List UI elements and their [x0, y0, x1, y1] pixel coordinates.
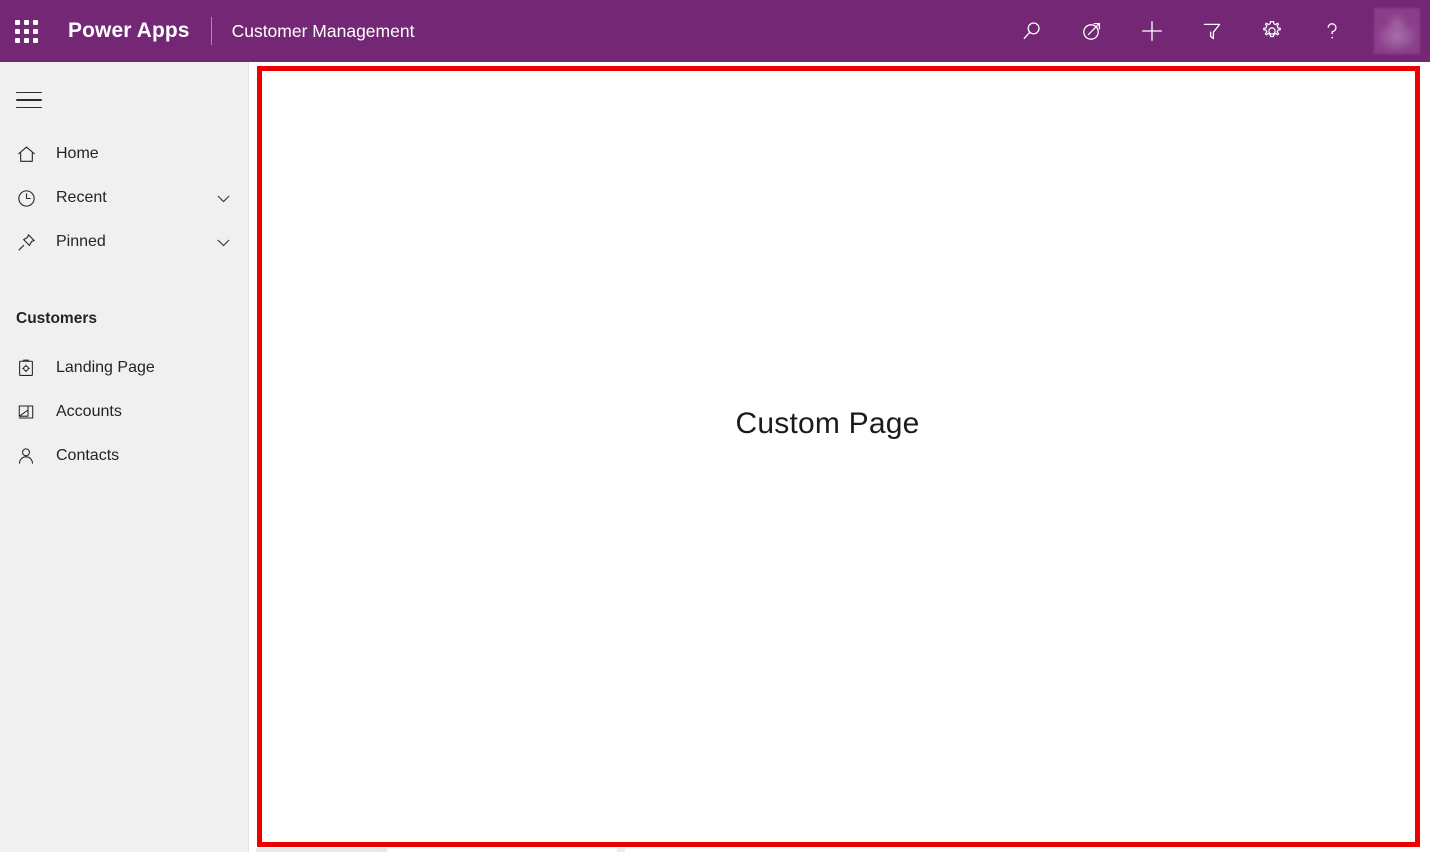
chevron-down-icon[interactable] [212, 189, 234, 208]
sidebar-item-recent[interactable]: Recent [0, 176, 248, 220]
power-apps-window: Power Apps Customer Management [0, 0, 1430, 852]
clock-icon [16, 188, 42, 209]
waffle-icon [15, 20, 38, 43]
search-icon [1020, 19, 1044, 43]
sidebar-item-label: Landing Page [42, 359, 234, 377]
sidebar-item-label: Recent [42, 189, 212, 207]
avatar[interactable] [1374, 8, 1420, 54]
sidebar-item-home[interactable]: Home [0, 132, 248, 176]
sitemap-sidebar: Home Recent [0, 62, 249, 852]
gear-icon [1260, 19, 1284, 43]
sitemap-toggle-button[interactable] [0, 76, 248, 124]
brand-title[interactable]: Power Apps [52, 19, 190, 43]
play-app-icon [1080, 19, 1104, 43]
account-card-icon [16, 402, 42, 422]
pin-icon [16, 232, 42, 253]
bottom-cutoff-content [256, 848, 1422, 852]
brand-divider [211, 17, 212, 45]
settings-button[interactable] [1251, 7, 1293, 55]
custom-page-highlight-frame: Custom Page [257, 66, 1420, 847]
sidebar-item-landing-page[interactable]: Landing Page [0, 346, 248, 390]
plus-icon [1139, 18, 1165, 44]
help-icon [1320, 19, 1344, 43]
clipboard-gear-icon [16, 358, 42, 378]
app-body: Home Recent [0, 62, 1430, 852]
filter-button[interactable] [1191, 7, 1233, 55]
sidebar-item-label: Accounts [42, 403, 234, 421]
sitemap-group-list: Landing Page Accounts [0, 346, 248, 478]
sidebar-item-label: Pinned [42, 233, 212, 251]
person-icon [16, 446, 42, 466]
home-icon [16, 144, 42, 165]
new-record-button[interactable] [1131, 7, 1173, 55]
app-launcher-button[interactable] [0, 0, 52, 62]
sidebar-item-accounts[interactable]: Accounts [0, 390, 248, 434]
help-button[interactable] [1311, 7, 1353, 55]
bottom-cutoff-strip [0, 848, 1430, 852]
search-button[interactable] [1011, 7, 1053, 55]
chevron-down-icon[interactable] [212, 233, 234, 252]
sidebar-item-label: Home [42, 145, 234, 163]
sitemap-primary-list: Home Recent [0, 132, 248, 264]
sitemap-group-title: Customers [0, 304, 248, 334]
sidebar-item-contacts[interactable]: Contacts [0, 434, 248, 478]
run-app-button[interactable] [1071, 7, 1113, 55]
sidebar-item-label: Contacts [42, 447, 234, 465]
bottom-cutoff-sidebar [0, 848, 249, 852]
sidebar-item-pinned[interactable]: Pinned [0, 220, 248, 264]
hamburger-icon [16, 92, 42, 109]
topbar-actions [1002, 0, 1430, 62]
filter-icon [1200, 19, 1224, 43]
main-content-area: Custom Page [249, 62, 1430, 852]
top-command-bar: Power Apps Customer Management [0, 0, 1430, 62]
page-title: Custom Page [736, 407, 920, 441]
app-name-label: Customer Management [232, 21, 415, 42]
